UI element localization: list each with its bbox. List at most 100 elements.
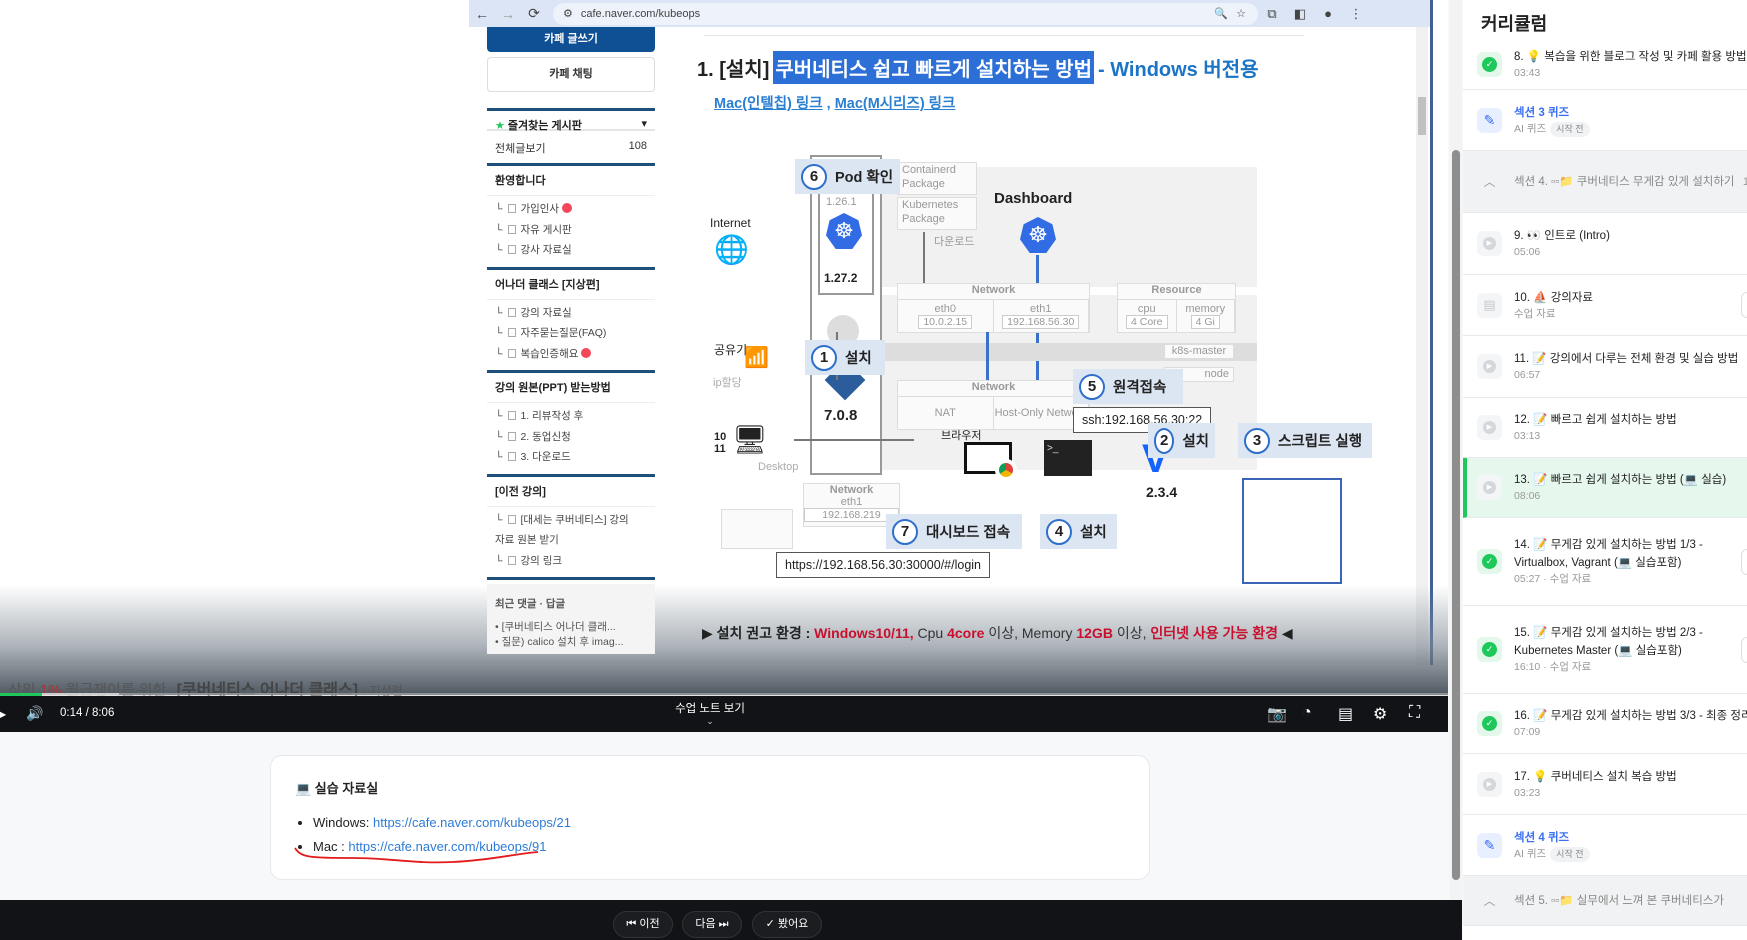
curriculum-lesson[interactable]: ▶ 17. 💡 쿠버네티스 설치 복습 방법 03:23	[1463, 754, 1747, 815]
curriculum-lesson[interactable]: ▶ 12. 📝 빠르고 쉽게 설치하는 방법 03:13	[1463, 398, 1747, 458]
check-circle-icon: ✓	[1477, 711, 1502, 736]
router-label: 공유기	[714, 343, 748, 357]
board-icon	[508, 452, 517, 461]
curriculum-section-header[interactable]: ︿ 섹션 5. ▫▫📁 실무에서 느껴 본 쿠버네티스가	[1463, 876, 1747, 926]
k8s-version-old: 1.26.1	[826, 196, 857, 208]
lesson-title: 섹션 4. ▫▫📁 쿠버네티스 무게감 있게 설치하기	[1514, 175, 1735, 188]
volume-icon[interactable]: 🔊	[26, 705, 43, 722]
lecture-notes-card: 💻 실습 자료실 Windows: https://cafe.naver.com…	[270, 755, 1150, 880]
desktop-label: Desktop	[758, 461, 799, 473]
board-icon	[508, 224, 517, 234]
lesson-meta: 08:06	[1514, 490, 1541, 502]
cafe-menu-section: 환영합니다 └ 가입인사 └ 자유 게시판 └ 강사 자료실	[487, 163, 655, 267]
cafe-section-title: 환영합니다	[487, 166, 655, 196]
lesson-title: 11. 📝 강의에서 다루는 전체 환경 및 실습 방법	[1514, 353, 1739, 365]
lesson-title: 14. 📝 무게감 있게 설치하는 방법 1/3 - Virtualbox, V…	[1514, 539, 1703, 569]
cafe-board-item: └ 3. 다운로드	[495, 451, 571, 463]
lesson-meta: AI 퀴즈 시작 전	[1514, 846, 1747, 862]
play-icon[interactable]: ▶	[0, 707, 6, 721]
materials-button[interactable]	[1741, 292, 1747, 318]
prev-button[interactable]: ⏮ 이전	[613, 911, 673, 938]
play-circle-icon: ▶	[1477, 415, 1502, 440]
lecture-notes-button[interactable]: 수업 노트 보기 ⌄	[660, 700, 760, 726]
cafe-menu-section: 어나더 클래스 [지상편] └ 강의 자료실 └ 자주묻는질문(FAQ) └ 복습인증해요	[487, 266, 655, 371]
lesson-meta: 수업 자료	[1514, 307, 1556, 320]
lesson-title: 8. 💡 복습을 위한 블로그 작성 및 카페 활용 방법	[1514, 51, 1747, 63]
curriculum-lesson[interactable]: ▤ 10. ⛵ 강의자료 수업 자료	[1463, 275, 1747, 336]
address-bar: ⚙ cafe.naver.com/kubeops 🔍 ☆	[553, 2, 1258, 25]
materials-button[interactable]	[1741, 548, 1747, 575]
k8s-version: 1.27.2	[824, 271, 858, 285]
step-label: 2 설치	[1148, 423, 1215, 458]
lesson-meta: 03:13	[1514, 430, 1541, 442]
board-icon	[508, 348, 517, 358]
cafe-sidebar: 카페 글쓰기 카페 채팅 ★ 즐겨찾는 게시판 ▾ 전체글보기 108 환영합니다 └…	[487, 27, 655, 654]
cafe-board-item: └ [대세는 쿠버네티스] 강의	[495, 513, 629, 526]
screenshot-icon[interactable]: 📷	[1267, 704, 1287, 724]
browser-label: 브라우저	[941, 430, 982, 442]
mac-m-link: Mac(M시리즈) 링크	[834, 96, 956, 112]
internet-label: Internet	[710, 216, 751, 230]
lesson-meta: 07:09	[1514, 726, 1541, 738]
curriculum-lesson[interactable]: ✓ 8. 💡 복습을 위한 블로그 작성 및 카페 활용 방법 03:43	[1463, 40, 1747, 90]
curriculum-quiz[interactable]: ✎ 섹션 4 퀴즈 AI 퀴즈 시작 전	[1463, 815, 1747, 876]
recent-comments: 최근 댓글 · 답글 • [쿠버네티스 어나더 클래... • 질문) cali…	[487, 584, 655, 654]
cafe-section-title: [이전 강의]	[487, 477, 655, 507]
star-icon: ☆	[1236, 8, 1246, 20]
lesson-title: 17. 💡 쿠버네티스 설치 복습 방법	[1514, 770, 1677, 783]
post-title: 1. [설치] 쿠버네티스 쉽고 빠르게 설치하는 방법 - Windows 버…	[697, 51, 1259, 84]
curriculum-lesson[interactable]: ▶ 11. 📝 강의에서 다루는 전체 환경 및 실습 방법 06:57	[1463, 336, 1747, 398]
time-display: 0:14 / 8:06	[60, 707, 115, 719]
step-number: 6	[801, 163, 827, 190]
curriculum-lesson[interactable]: ✓ 16. 📝 무게감 있게 설치하는 방법 3/3 - 최종 정리 07:09	[1463, 694, 1747, 754]
watched-button[interactable]: ✓ 봤어요	[752, 911, 822, 938]
windows-link[interactable]: https://cafe.naver.com/kubeops/21	[373, 815, 571, 830]
curriculum-lesson[interactable]: ✓ 14. 📝 무게감 있게 설치하는 방법 1/3 - Virtualbox,…	[1463, 518, 1747, 606]
chrome-icon	[964, 442, 1017, 481]
section-count: 1	[1742, 175, 1747, 188]
dashboard-label: Dashboard	[994, 190, 1073, 207]
desktop-icon: 🖥	[732, 424, 768, 455]
dashboard-url: https://192.168.56.30:30000/#/login	[776, 552, 990, 578]
network-upper: Network eth0 10.0.2.15 eth1 192.168.56.30	[897, 283, 1090, 333]
note-item: Windows: https://cafe.naver.com/kubeops/…	[313, 811, 1125, 835]
new-badge-icon	[581, 347, 592, 358]
fullscreen-icon[interactable]: ⛶	[1409, 704, 1420, 722]
check-circle-icon: ✓	[1477, 637, 1502, 662]
reload-icon: ⟳	[528, 5, 540, 21]
cafe-menu-section: 강의 원본(PPT) 받는방법 └ 1. 리뷰작성 후 └ 2. 동업신청 └ 3. 다운로…	[487, 370, 655, 474]
favorites-label: 즐겨찾는 게시판	[507, 120, 582, 132]
bottom-nav-bar: ⏮ 이전 다음 ⏭ ✓ 봤어요	[0, 900, 1462, 940]
extensions-icon: ⧉	[1267, 5, 1277, 21]
lesson-title: 15. 📝 무게감 있게 설치하는 방법 2/3 - Kubernetes Ma…	[1514, 627, 1703, 657]
settings-icon[interactable]: ⚙	[1373, 704, 1387, 724]
curriculum-lesson[interactable]: ✓ 15. 📝 무게감 있게 설치하는 방법 2/3 - Kubernetes …	[1463, 606, 1747, 694]
recent-item: • 질문) calico 설치 후 imag...	[495, 636, 624, 648]
favorites-board: ★ 즐겨찾는 게시판 ▾	[487, 108, 655, 132]
step-label: 5 원격접속	[1073, 369, 1183, 404]
lesson-title: 섹션 4 퀴즈	[1514, 831, 1570, 844]
browser-toolbar: ← → ⟳ ⚙ cafe.naver.com/kubeops 🔍 ☆ ⧉ ◧ ●…	[469, 0, 1430, 27]
next-button[interactable]: 다음 ⏭	[682, 911, 742, 938]
all-posts: 전체글보기 108	[487, 131, 655, 163]
speed-icon[interactable]: ◔	[1302, 704, 1312, 722]
board-icon	[508, 514, 517, 524]
video-player[interactable]: ← → ⟳ ⚙ cafe.naver.com/kubeops 🔍 ☆ ⧉ ◧ ●…	[0, 0, 1448, 732]
step-number: 1	[811, 344, 837, 371]
curriculum-lesson[interactable]: ▶ 13. 📝 빠르고 쉽게 설치하는 방법 (💻 실습) 08:06	[1463, 458, 1747, 518]
vagrant-version: 2.3.4	[1146, 484, 1178, 500]
triangle-left-icon: ◀	[1281, 625, 1293, 641]
triangle-right-icon: ▶	[702, 625, 717, 641]
materials-button[interactable]	[1741, 636, 1747, 663]
lesson-meta: 16:10 · 수업 자료	[1514, 661, 1592, 673]
kubernetes-package: Kubernetes Package	[897, 197, 977, 230]
subtitles-icon[interactable]: ▤	[1338, 704, 1353, 724]
step-number: 5	[1079, 373, 1105, 400]
curriculum-quiz[interactable]: ✎ 섹션 3 퀴즈 AI 퀴즈 시작 전	[1463, 90, 1747, 151]
curriculum-section-header[interactable]: ︿ 섹션 4. ▫▫📁 쿠버네티스 무게감 있게 설치하기 1	[1463, 151, 1747, 213]
page-scrollbar[interactable]	[1450, 0, 1462, 900]
curriculum-lesson[interactable]: ▶ 9. 👀 인트로 (Intro) 05:06	[1463, 213, 1747, 275]
board-icon	[508, 245, 517, 254]
play-circle-icon: ▶	[1477, 354, 1502, 379]
forward-icon: →	[501, 5, 515, 22]
